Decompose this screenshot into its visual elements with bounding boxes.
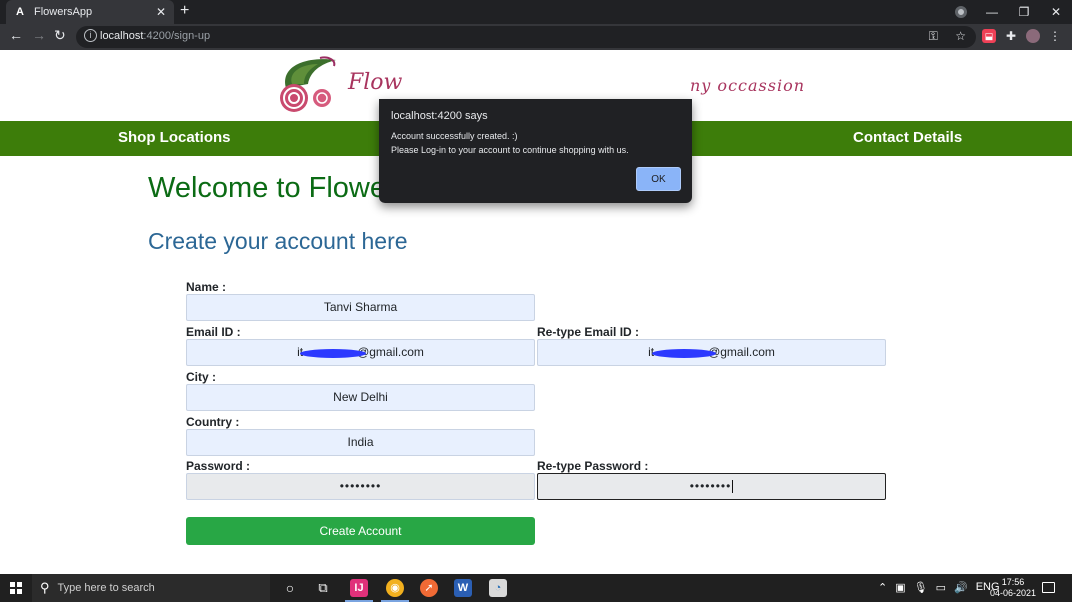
restore-icon[interactable]: ❐ [1008,5,1040,19]
angular-icon: A [16,6,24,18]
forward-icon[interactable]: → [32,27,46,43]
back-icon[interactable]: ← [9,27,23,43]
windows-start-icon[interactable] [10,582,22,594]
retype-email-label: Re-type Email ID : [537,325,640,339]
address-bar[interactable]: i localhost:4200/sign-up ⚿ ☆ [76,26,976,48]
name-field[interactable]: Tanvi Sharma [186,294,535,321]
record-icon[interactable] [955,6,967,18]
word-icon[interactable]: W [454,579,472,597]
pocket-icon[interactable]: ⬓ [982,29,996,43]
tagline: ny occassion [690,76,805,95]
retype-password-label: Re-type Password : [537,459,649,473]
extensions-area: ⬓ ✚ ⋮ [982,29,1062,43]
section-title: Create your account here [148,228,408,254]
password-label: Password : [186,459,251,473]
search-placeholder: Type here to search [57,582,155,594]
nav-contact-details[interactable]: Contact Details [853,129,962,146]
battery-icon[interactable]: ▭ [936,581,946,594]
new-tab-icon[interactable]: + [180,2,189,20]
alert-ok-button[interactable]: OK [636,167,681,191]
system-tray: ⌃ ▣ 🎙 ▭ 🔊 ENG [878,581,1000,594]
microphone-icon[interactable]: 🎙 [914,581,928,594]
windows-taskbar: ⚲ Type here to search ○ ⧉ IJ ◉ ➚ W ◔ ⌃ ▣… [0,574,1072,602]
window-controls: — ❐ ✕ [976,0,1072,24]
city-field[interactable]: New Delhi [186,384,535,411]
logo-text: Flow [348,70,403,95]
star-icon[interactable]: ☆ [955,29,966,43]
address-bar-icons: ⚿ ☆ [915,29,966,44]
search-icon: ⚲ [40,580,50,595]
cortana-icon[interactable]: ○ [281,579,299,597]
minimize-icon[interactable]: — [976,5,1008,19]
page-content: Flow ny occassion Shop Locations Contact… [0,50,1072,574]
create-account-button[interactable]: Create Account [186,517,535,545]
country-field[interactable]: India [186,429,535,456]
close-window-icon[interactable]: ✕ [1040,5,1072,19]
notifications-icon[interactable] [1042,582,1055,593]
reload-icon[interactable]: ↻ [54,27,66,44]
alert-message-line2: Please Log-in to your account to continu… [391,145,629,155]
city-label: City : [186,370,216,384]
puzzle-icon[interactable]: ✚ [1004,29,1018,43]
browser-tab-bar: A FlowersApp ✕ + — ❐ ✕ [0,0,1072,24]
redaction-scribble [300,349,366,358]
alert-message-line1: Account successfully created. :) [391,131,518,141]
speaker-icon[interactable]: 🔊 [954,581,968,594]
key-icon[interactable]: ⚿ [929,29,938,43]
text-caret [732,480,734,494]
email-label: Email ID : [186,325,241,339]
browser-tab[interactable]: A FlowersApp ✕ [6,0,174,24]
password-field[interactable]: •••••••• [186,473,535,500]
name-label: Name : [186,280,227,294]
chevron-up-icon[interactable]: ⌃ [878,581,887,594]
country-label: Country : [186,415,240,429]
app-icon[interactable]: ◔ [489,579,507,597]
meet-icon[interactable]: ▣ [895,581,905,594]
info-icon[interactable]: i [84,29,97,42]
menu-icon[interactable]: ⋮ [1048,29,1062,43]
browser-toolbar: ← → ↻ i localhost:4200/sign-up ⚿ ☆ ⬓ ✚ ⋮ [0,24,1072,50]
tab-title: FlowersApp [34,6,93,18]
alert-title: localhost:4200 says [391,110,488,122]
nav-shop-locations[interactable]: Shop Locations [118,129,231,146]
retype-password-field[interactable]: •••••••• [537,473,886,500]
close-tab-icon[interactable]: ✕ [156,5,166,19]
taskbar-clock[interactable]: 17:56 04-06-2021 [990,577,1036,599]
redaction-scribble [652,349,716,358]
alert-dialog: localhost:4200 says Account successfully… [379,99,692,203]
task-view-icon[interactable]: ⧉ [314,579,332,597]
intellij-icon[interactable]: IJ [350,579,368,597]
taskbar-search[interactable]: ⚲ Type here to search [32,574,270,602]
avatar[interactable] [1026,29,1040,43]
clock-date: 04-06-2021 [990,588,1037,598]
url-text[interactable]: localhost:4200/sign-up [100,30,210,42]
chrome-icon[interactable]: ◉ [386,579,404,597]
clock-time: 17:56 [1001,577,1025,587]
postman-icon[interactable]: ➚ [420,579,438,597]
